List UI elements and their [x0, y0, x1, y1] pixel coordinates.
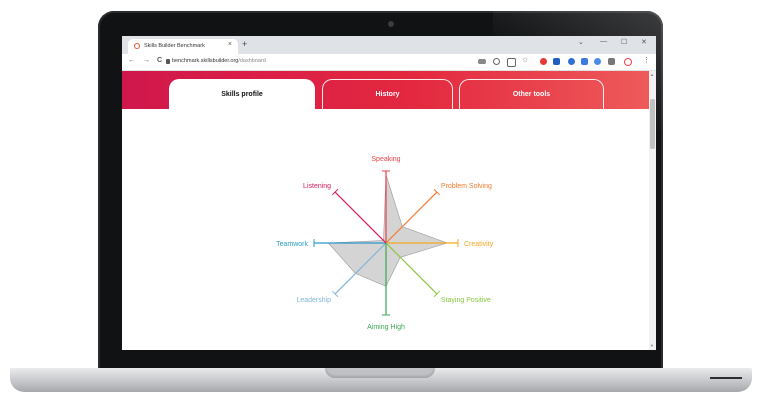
extension-icon[interactable]	[553, 58, 560, 65]
more-menu-icon[interactable]: ⋮	[643, 56, 650, 64]
url-host: benchmark.skillsbuilder.org	[172, 58, 239, 64]
browser-tab-title: Skills Builder Benchmark	[144, 43, 205, 49]
cloud-extension-icon[interactable]	[594, 58, 601, 65]
pin-extension-icon[interactable]	[581, 58, 588, 65]
minimize-button[interactable]: —	[600, 38, 607, 45]
maximize-button[interactable]: ☐	[621, 38, 627, 46]
back-button[interactable]: ←	[128, 57, 135, 64]
new-tab-button[interactable]: +	[242, 39, 247, 49]
url-path: /dashboard	[238, 58, 266, 64]
axis-label-staying-positive: Staying Positive	[441, 297, 491, 304]
puzzle-extension-icon[interactable]	[568, 58, 575, 65]
browser-tab[interactable]: Skills Builder Benchmark ×	[128, 39, 238, 54]
axis-label-speaking: Speaking	[371, 156, 400, 163]
webcam	[388, 21, 394, 27]
skills-radar-chart: Speaking Problem Solving Creativity Staying…	[276, 156, 494, 331]
axis-label-leadership: Leadership	[296, 297, 331, 304]
tab-close-icon[interactable]: ×	[228, 41, 232, 48]
url-field[interactable]: benchmark.skillsbuilder.org/dashboard	[172, 58, 266, 64]
address-bar: ← → C benchmark.skillsbuilder.org/dashbo…	[122, 54, 656, 71]
extensions-menu-icon[interactable]	[608, 58, 615, 65]
axis-line-listening	[334, 191, 387, 244]
key-icon[interactable]	[478, 59, 486, 64]
scroll-down-icon[interactable]: ▼	[650, 343, 654, 348]
axis-label-aiming-high: Aiming High	[367, 324, 405, 331]
bookmark-star-icon[interactable]: ☆	[522, 56, 529, 64]
profile-icon[interactable]	[624, 58, 632, 66]
scroll-up-icon[interactable]: ▲	[650, 72, 654, 77]
axis-label-creativity: Creativity	[464, 241, 494, 248]
browser-tab-bar: Skills Builder Benchmark × + ⌄ — ☐ ✕	[122, 36, 656, 54]
zoom-icon[interactable]	[493, 58, 500, 65]
forward-button[interactable]: →	[143, 57, 150, 64]
axis-label-problem-solving: Problem Solving	[441, 183, 492, 190]
share-icon[interactable]	[507, 58, 516, 67]
vertical-scrollbar[interactable]: ▲ ▼	[649, 71, 656, 350]
site-favicon-icon	[134, 43, 140, 49]
opera-extension-icon[interactable]	[540, 58, 547, 65]
scrollbar-thumb[interactable]	[650, 99, 655, 149]
laptop-indicator	[710, 377, 742, 379]
laptop-notch	[325, 368, 435, 378]
axis-label-listening: Listening	[303, 183, 331, 190]
axis-label-teamwork: Teamwork	[276, 241, 308, 248]
skills-score-polygon	[327, 174, 449, 287]
reload-button[interactable]: C	[157, 57, 162, 64]
close-window-button[interactable]: ✕	[641, 38, 647, 46]
browser-window: Skills Builder Benchmark × + ⌄ — ☐ ✕ ← →…	[122, 36, 656, 350]
lock-icon	[166, 59, 170, 64]
dashboard-page: Skills profile History Other tools Speak…	[122, 71, 656, 350]
tab-search-chevron-icon[interactable]: ⌄	[578, 38, 584, 46]
